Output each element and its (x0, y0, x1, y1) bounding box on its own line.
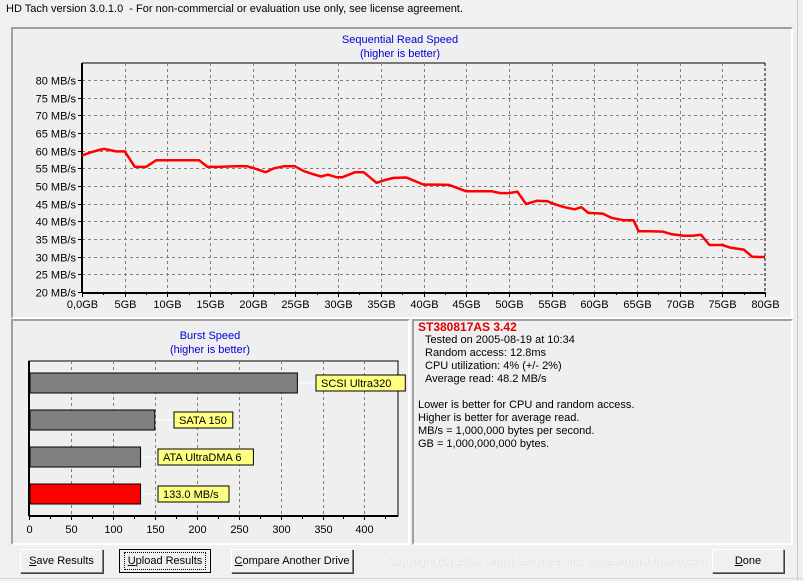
upload-results-button[interactable]: Upload Results (119, 549, 211, 573)
burst-bar (29, 483, 142, 505)
x-tick-label: 75GB (708, 299, 736, 311)
burst-x-tick-label: 400 (355, 524, 373, 536)
compare-another-drive-button[interactable]: Compare Another Drive (231, 549, 353, 573)
burst-bar-label: SATA 150 (179, 415, 227, 427)
note-mbs-definition: MB/s = 1,000,000 bytes per second. (418, 425, 595, 437)
burst-x-tick-label: 350 (314, 524, 332, 536)
info-average-read: Average read: 48.2 MB/s (425, 373, 547, 385)
x-tick-label: 60GB (580, 299, 608, 311)
x-tick-label: 45GB (452, 299, 480, 311)
info-random-access: Random access: 12.8ms (425, 347, 547, 359)
note-lower-better: Lower is better for CPU and random acces… (418, 399, 635, 411)
results-info: ST380817AS 3.42 Tested on 2005-08-19 at … (418, 321, 634, 451)
copyright-text: Copyright (C) 2004 Simpli Software, Inc.… (387, 555, 707, 567)
burst-bar-label: ATA UltraDMA 6 (163, 452, 241, 464)
drive-name: ST380817AS 3.42 (418, 320, 517, 334)
burst-speed-chart: 0 50 100 150 200 250 300 350 400 SCSI Ultra320 SAT… (26, 360, 406, 536)
burst-x-tick-label: 150 (146, 524, 164, 536)
burst-x-tick-label: 250 (230, 524, 248, 536)
burst-x-tick-label: 50 (65, 524, 77, 536)
x-tick-label: 50GB (495, 299, 523, 311)
save-results-button[interactable]: Save Results (20, 549, 103, 573)
x-tick-label: 55GB (538, 299, 566, 311)
window-bottom-edge (0, 578, 803, 579)
info-tested-on: Tested on 2005-08-19 at 10:34 (425, 334, 575, 346)
burst-bar (29, 372, 298, 394)
burst-x-tick-label: 0 (26, 524, 32, 536)
x-tick-label: 40GB (410, 299, 438, 311)
window-right-edge (797, 0, 798, 581)
info-cpu-utilization: CPU utilization: 4% (+/- 2%) (425, 360, 562, 372)
x-tick-label: 80GB (751, 299, 779, 311)
burst-x-tick-label: 200 (188, 524, 206, 536)
x-tick-label: 70GB (666, 299, 694, 311)
burst-x-tick-label: 100 (104, 524, 122, 536)
burst-bar (29, 409, 156, 431)
x-tick-label: 65GB (623, 299, 651, 311)
done-button[interactable]: Done (712, 549, 784, 573)
note-higher-better: Higher is better for average read. (418, 412, 580, 424)
burst-bar-label: SCSI Ultra320 (321, 378, 391, 390)
note-gb-definition: GB = 1,000,000,000 bytes. (418, 438, 550, 450)
burst-bar-label: 133.0 MB/s (163, 489, 219, 501)
burst-bar (29, 446, 142, 468)
burst-x-tick-label: 300 (272, 524, 290, 536)
